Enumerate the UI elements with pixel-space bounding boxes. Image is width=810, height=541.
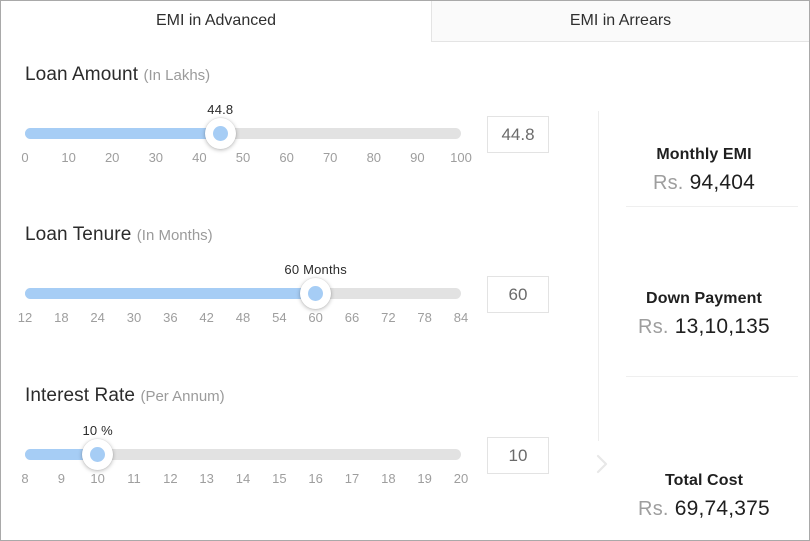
- loan-tenure-title-sub: (In Months): [137, 227, 213, 244]
- loan-tenure-tick: 78: [417, 310, 431, 325]
- interest-rate-tick: 13: [199, 471, 213, 486]
- loan-amount-tick: 0: [21, 150, 28, 165]
- loan-amount-tick: 10: [61, 150, 75, 165]
- loan-amount-tick: 90: [410, 150, 424, 165]
- loan-tenure-tick: 42: [199, 310, 213, 325]
- total-cost-currency: Rs.: [638, 498, 669, 520]
- interest-rate-tick: 12: [163, 471, 177, 486]
- loan-tenure-tick: 30: [127, 310, 141, 325]
- loan-amount-slider[interactable]: 44.8 0102030405060708090100: [25, 102, 461, 180]
- loan-tenure-tick: 84: [454, 310, 468, 325]
- tab-emi-in-arrears[interactable]: EMI in Arrears: [431, 1, 809, 42]
- interest-rate-tick: 19: [417, 471, 431, 486]
- loan-amount-slider-row: 44.8 0102030405060708090100: [25, 102, 565, 180]
- loan-amount-tick: 80: [367, 150, 381, 165]
- down-payment-amount: 13,10,135: [675, 315, 770, 338]
- loan-tenure-thumb[interactable]: [300, 278, 331, 309]
- tab-emi-in-advanced-label: EMI in Advanced: [156, 12, 276, 30]
- down-payment-label: Down Payment: [599, 290, 809, 308]
- loan-amount-thumb[interactable]: [205, 118, 236, 149]
- loan-tenure-ticks: 12182430364248546066727884: [25, 310, 461, 330]
- interest-rate-tick: 10: [90, 471, 104, 486]
- results-panel: Monthly EMI Rs. 94,404 Down Payment Rs. …: [599, 42, 809, 540]
- interest-rate-value-bubble: 10 %: [82, 423, 112, 438]
- loan-amount-input[interactable]: [487, 116, 549, 153]
- loan-amount-track-fill: [25, 128, 220, 139]
- loan-tenure-tick: 60: [308, 310, 322, 325]
- slider-group-loan-tenure: Loan Tenure (In Months) 60 Months 121824…: [25, 224, 565, 340]
- loan-tenure-tick: 48: [236, 310, 250, 325]
- loan-amount-track[interactable]: [25, 128, 461, 139]
- result-total-cost: Total Cost Rs. 69,74,375: [599, 472, 809, 521]
- interest-rate-tick: 9: [58, 471, 65, 486]
- loan-tenure-tick: 12: [18, 310, 32, 325]
- result-divider-1: [626, 206, 798, 207]
- interest-rate-title-main: Interest Rate: [25, 385, 135, 406]
- loan-tenure-input[interactable]: [487, 276, 549, 313]
- total-cost-label: Total Cost: [599, 472, 809, 490]
- interest-rate-tick: 14: [236, 471, 250, 486]
- loan-amount-title-sub: (In Lakhs): [143, 67, 210, 84]
- slider-group-loan-amount: Loan Amount (In Lakhs) 44.8 010203040506…: [25, 64, 565, 180]
- loan-tenure-tick: 24: [90, 310, 104, 325]
- interest-rate-thumb[interactable]: [82, 439, 113, 470]
- loan-amount-value-bubble: 44.8: [207, 102, 233, 117]
- sliders-panel: Loan Amount (In Lakhs) 44.8 0 10 20 30 40 50 6…: [1, 42, 598, 540]
- interest-rate-ticks: 891011121314151617181920: [25, 471, 461, 491]
- interest-rate-tick: 18: [381, 471, 395, 486]
- interest-rate-tick: 20: [454, 471, 468, 486]
- loan-tenure-value-bubble: 60 Months: [284, 262, 347, 277]
- interest-rate-tick: 11: [127, 471, 141, 486]
- loan-amount-tick: 30: [149, 150, 163, 165]
- interest-rate-track[interactable]: [25, 449, 461, 460]
- interest-rate-input[interactable]: [487, 437, 549, 474]
- interest-rate-tick: 16: [308, 471, 322, 486]
- loan-tenure-track[interactable]: [25, 288, 461, 299]
- interest-rate-title-sub: (Per Annum): [140, 388, 224, 405]
- result-divider-2: [626, 376, 798, 377]
- loan-amount-title: Loan Amount (In Lakhs): [25, 64, 565, 86]
- loan-amount-tick: 50: [236, 150, 250, 165]
- result-monthly-emi: Monthly EMI Rs. 94,404: [599, 146, 809, 195]
- loan-tenure-slider[interactable]: 60 Months 12182430364248546066727884: [25, 262, 461, 340]
- loan-tenure-title: Loan Tenure (In Months): [25, 224, 565, 246]
- interest-rate-slider[interactable]: 10 % 891011121314151617181920: [25, 423, 461, 501]
- down-payment-currency: Rs.: [638, 316, 669, 338]
- loan-amount-tick: 20: [105, 150, 119, 165]
- total-cost-value: Rs. 69,74,375: [599, 497, 809, 521]
- interest-rate-tick: 8: [21, 471, 28, 486]
- loan-amount-tick: 60: [279, 150, 293, 165]
- loan-tenure-tick: 18: [54, 310, 68, 325]
- loan-tenure-tick: 54: [272, 310, 286, 325]
- loan-tenure-tick: 72: [381, 310, 395, 325]
- total-cost-amount: 69,74,375: [675, 497, 770, 520]
- loan-amount-tick: 40: [192, 150, 206, 165]
- loan-amount-tick: 100: [450, 150, 472, 165]
- loan-tenure-track-fill: [25, 288, 316, 299]
- loan-tenure-tick: 36: [163, 310, 177, 325]
- monthly-emi-currency: Rs.: [653, 172, 684, 194]
- slider-group-interest-rate: Interest Rate (Per Annum) 10 % 891011121…: [25, 385, 565, 501]
- loan-amount-title-main: Loan Amount: [25, 64, 138, 85]
- result-down-payment: Down Payment Rs. 13,10,135: [599, 290, 809, 339]
- interest-rate-slider-row: 10 % 891011121314151617181920: [25, 423, 565, 501]
- tab-bar: EMI in Advanced EMI in Arrears: [1, 1, 809, 42]
- tab-emi-in-arrears-label: EMI in Arrears: [570, 12, 671, 30]
- loan-tenure-tick: 66: [345, 310, 359, 325]
- loan-tenure-title-main: Loan Tenure: [25, 224, 131, 245]
- down-payment-value: Rs. 13,10,135: [599, 315, 809, 339]
- emi-calculator-widget: EMI in Advanced EMI in Arrears Loan Amou…: [0, 0, 810, 541]
- interest-rate-tick: 17: [345, 471, 359, 486]
- loan-amount-tick: 70: [323, 150, 337, 165]
- monthly-emi-amount: 94,404: [690, 171, 755, 194]
- loan-amount-ticks: 0102030405060708090100: [25, 150, 461, 170]
- interest-rate-title: Interest Rate (Per Annum): [25, 385, 565, 407]
- tab-emi-in-advanced[interactable]: EMI in Advanced: [1, 1, 431, 42]
- loan-tenure-slider-row: 60 Months 12182430364248546066727884: [25, 262, 565, 340]
- monthly-emi-value: Rs. 94,404: [599, 171, 809, 195]
- monthly-emi-label: Monthly EMI: [599, 146, 809, 164]
- interest-rate-tick: 15: [272, 471, 286, 486]
